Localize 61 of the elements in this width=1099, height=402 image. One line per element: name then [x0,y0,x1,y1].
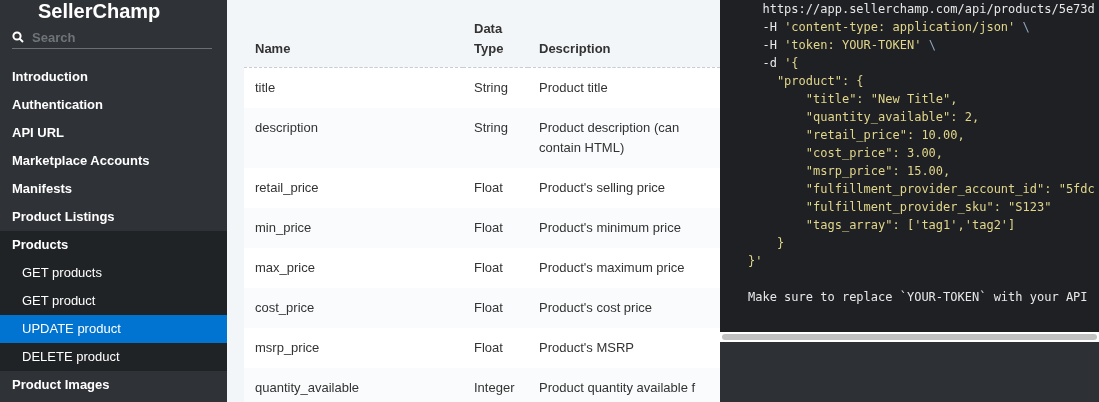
code-text: -d [761,56,778,70]
code-text: } [775,236,785,250]
table-cell: quantity_available [244,367,463,402]
code-text: -H [761,38,778,52]
table-cell: String [463,67,528,108]
code-text: 'token: YOUR-TOKEN' [784,38,922,52]
code-text: }' [748,254,763,268]
code-text: "fulfillment_provider_sku": "S123" [804,200,1052,214]
table-cell: Float [463,247,528,288]
code-text: "msrp_price": 15.00, [804,164,951,178]
table-cell: Product's minimum price [528,207,720,248]
code-text: https://app.sellerchamp.com/api/products/5e73d [761,2,1095,16]
code-text: "product": { [775,74,864,88]
table-cell: String [463,107,528,168]
table-cell: Float [463,207,528,248]
table-cell: msrp_price [244,327,463,368]
code-text: 'content-type: application/json' [784,20,1016,34]
code-text: "retail_price": 10.00, [804,128,965,142]
sidebar-item[interactable]: API URL [0,119,227,147]
code-text: -H [761,20,778,34]
code-text: "title": "New Title", [804,92,958,106]
code-text: "cost_price": 3.00, [804,146,944,160]
table-cell: Float [463,287,528,328]
sidebar-item[interactable]: DELETE product [0,343,227,371]
table-cell: Product's selling price [528,167,720,208]
code-comment: Make sure to replace `YOUR-TOKEN` with your API [748,289,1089,306]
logo: SellerChamp [37,0,162,22]
search-field[interactable]: Search [12,26,212,49]
table-cell: Float [463,327,528,368]
sidebar-item[interactable]: Authentication [0,91,227,119]
code-text: \ [927,38,936,52]
sidebar-item[interactable]: Product Images [0,371,227,399]
code-text: "tags_array": ['tag1','tag2'] [804,218,1016,232]
table-cell: min_price [244,207,463,248]
table-cell: Product quantity available f [528,367,720,402]
sidebar-item[interactable]: GET products [0,259,227,287]
table-cell: description [244,107,463,168]
code-text: "quantity_available": 2, [804,110,980,124]
table-cell: Product's MSRP [528,327,720,368]
table-cell: Product description (can contain HTML) [528,107,720,168]
table-cell: retail_price [244,167,463,208]
sidebar-item[interactable]: Products [0,231,227,259]
sidebar-item[interactable]: Manifests [0,175,227,203]
code-text: \ [1021,20,1030,34]
table-cell: max_price [244,247,463,288]
sidebar-item[interactable]: Introduction [0,63,227,91]
sidebar-item[interactable]: GET product [0,287,227,315]
table-cell: Product title [528,67,720,108]
sidebar-item[interactable]: Marketplace Accounts [0,147,227,175]
sidebar-item[interactable]: Product Listings [0,203,227,231]
code-text: '{ [784,56,799,70]
table-cell: Integer [463,367,528,402]
table-cell: Float [463,167,528,208]
table-cell: Product's maximum price [528,247,720,288]
table-cell: title [244,67,463,108]
table-cell: Product's cost price [528,287,720,328]
table-cell: cost_price [244,287,463,328]
horizontal-scrollbar[interactable] [720,332,1099,342]
code-text: "fulfillment_provider_account_id": "5fdc [804,182,1095,196]
search-icon [12,31,24,43]
sidebar-item[interactable]: UPDATE product [0,315,227,343]
